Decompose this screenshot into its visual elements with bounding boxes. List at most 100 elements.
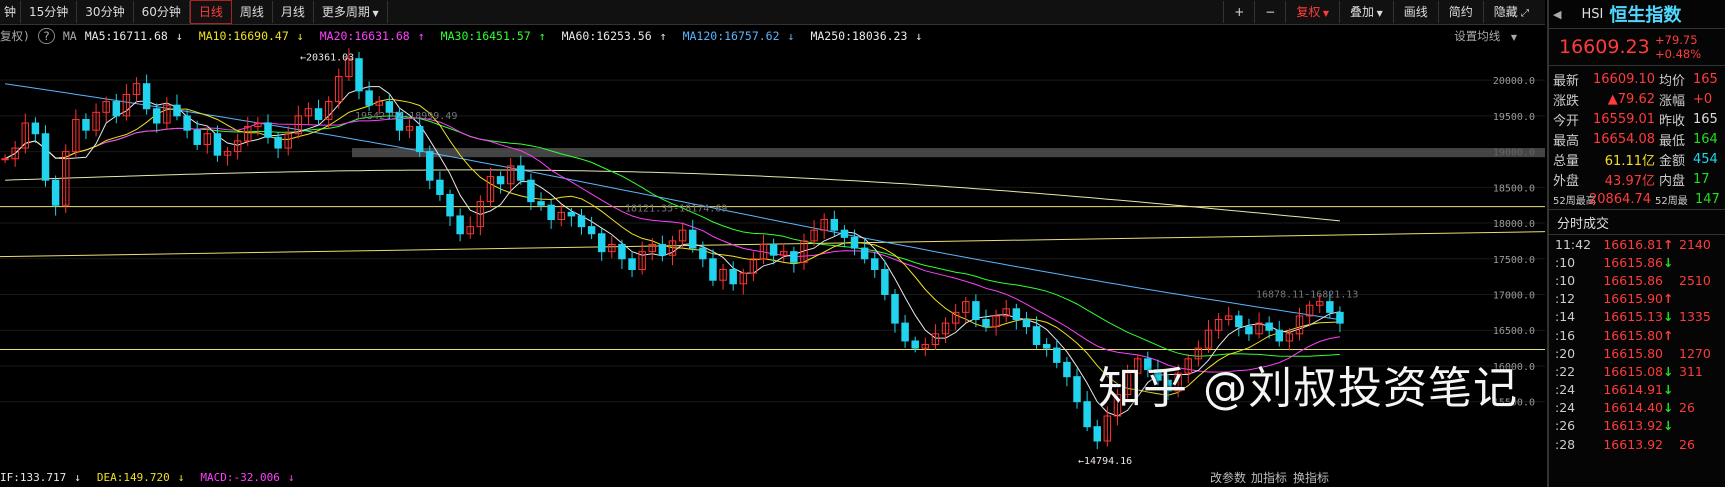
candle-body — [436, 179, 444, 195]
tick-row: :10 16615.86 ↓ — [1549, 253, 1725, 271]
adjust-button[interactable]: 复权 ▼ — [1285, 1, 1339, 23]
candle-body — [264, 122, 272, 138]
candle-body — [699, 247, 707, 260]
ma-label: MA — [62, 29, 77, 43]
high-annotation: ←20361.03 — [300, 52, 354, 63]
candle-body — [891, 294, 899, 324]
candle-body — [314, 108, 323, 120]
draw-line-button[interactable]: 画线 — [1392, 1, 1438, 23]
tick-volume: 1270 — [1679, 345, 1711, 361]
up-arrow-icon: ↑ — [538, 29, 546, 43]
tick-arrow-icon: ↓ — [1663, 400, 1674, 416]
zoom-in-button[interactable]: + — [1223, 1, 1254, 23]
tab-period-cut[interactable]: 钟 — [0, 1, 22, 23]
overlay-button[interactable]: 叠加 ▼ — [1339, 1, 1393, 23]
tab-30min[interactable]: 30分钟 — [77, 1, 134, 23]
up-arrow-icon: ↑ — [659, 29, 667, 43]
stat-value: 17 — [1693, 171, 1710, 187]
candle-body — [173, 104, 181, 117]
tick-time: :22 — [1555, 363, 1576, 379]
help-icon[interactable]: ? — [37, 28, 55, 44]
index-name: 恒生指数 — [1609, 5, 1682, 26]
candle-body — [830, 218, 839, 231]
candle-body — [688, 229, 697, 249]
stat-value: 16654.08 — [1593, 131, 1656, 147]
candle-body — [274, 136, 282, 149]
overlay-label: 叠加 — [1350, 5, 1375, 19]
line-annotation: 19542.92-18999.49 — [355, 111, 457, 122]
hide-button[interactable]: 隐藏 ⤢ — [1482, 1, 1539, 23]
line-annotation: 18121.35-18174.69 — [625, 204, 727, 215]
candle-body — [982, 319, 990, 328]
tick-row: :28 16613.92 26 — [1549, 435, 1725, 453]
tick-arrow-icon: ↓ — [1663, 418, 1674, 434]
tick-time: :24 — [1555, 382, 1576, 398]
stat-label: 均价 — [1659, 73, 1686, 89]
y-tick-label: 16500.0 — [1493, 326, 1535, 337]
stats-table: 最新 16609.10 均价 165 涨跌 ▲79.62 涨幅 +0 今开 16559.01 昨收 1… — [1549, 66, 1725, 210]
candle-body — [1093, 426, 1101, 442]
hide-label: 隐藏 — [1493, 5, 1518, 19]
tick-time: :20 — [1555, 345, 1576, 361]
candle-body — [496, 176, 505, 185]
candle-body — [709, 258, 717, 281]
price-change-pct: +0.48% — [1655, 47, 1702, 61]
switch-indicator-button[interactable]: 换指标 — [1293, 469, 1329, 486]
dea-text: DEA:149.720 — [96, 471, 170, 484]
tab-15min[interactable]: 15分钟 — [21, 1, 78, 23]
y-tick-label: 20000.0 — [1493, 76, 1535, 87]
candle-body — [112, 101, 121, 117]
candle-body — [769, 243, 778, 256]
zoom-out-button[interactable]: − — [1254, 1, 1285, 23]
stat-label: 最低 — [1659, 133, 1686, 149]
scroll-up-icon[interactable]: ◀ — [1553, 8, 1561, 21]
candle-body — [193, 129, 201, 145]
tick-price: 16615.86 — [1603, 272, 1663, 288]
down-arrow-icon: ↓ — [175, 29, 183, 43]
stat-value: 61.11亿 — [1604, 153, 1655, 169]
candle-body — [1083, 401, 1091, 428]
candle-body — [1073, 376, 1081, 403]
stat-label: 金额 — [1659, 153, 1686, 169]
tick-time: :16 — [1555, 327, 1576, 343]
stat-value: 165 — [1693, 71, 1718, 87]
y-tick-label: 17500.0 — [1493, 255, 1535, 266]
candle-body — [1235, 315, 1243, 328]
stat-label: 涨跌 — [1553, 93, 1580, 109]
tab-monthly[interactable]: 月线 — [273, 1, 314, 23]
candle-body — [840, 229, 849, 238]
ma30-text: MA30:16451.57 — [440, 29, 531, 43]
y-tick-label: 18500.0 — [1493, 183, 1535, 194]
stat-value: 147 — [1695, 191, 1720, 207]
stat-row: 总量 61.11亿 金额 454 — [1549, 149, 1725, 169]
current-price: 16609.23 — [1559, 36, 1650, 58]
stat-value: 20864.74 — [1589, 191, 1652, 207]
ma-settings-button[interactable]: 设置均线 ▼ — [1454, 28, 1525, 44]
tab-daily[interactable]: 日线 — [189, 0, 232, 24]
simple-button[interactable]: 简约 — [1437, 1, 1483, 23]
tick-price: 16614.40 — [1603, 400, 1663, 416]
tick-arrow-icon: ↓ — [1663, 363, 1674, 379]
tick-price: 16614.91 — [1603, 382, 1663, 398]
tick-arrow-icon: ↓ — [1663, 382, 1674, 398]
candle-body — [1, 158, 9, 161]
tick-row: :22 16615.08 ↓ 311 — [1549, 362, 1725, 380]
ma10-text: MA10:16690.47 — [198, 29, 289, 43]
candle-body — [415, 126, 424, 153]
ma60-value: MA60:16253.56 ↑ — [562, 29, 675, 43]
ma60-text: MA60:16253.56 — [561, 29, 652, 43]
stat-row: 外盘 43.97亿 内盘 17 — [1549, 169, 1725, 189]
down-arrow-icon: ↓ — [787, 29, 795, 43]
edit-params-button[interactable]: 改参数 — [1210, 469, 1246, 486]
stat-row: 最高 16654.08 最低 164 — [1549, 129, 1725, 149]
quote-panel: ◀ HSI 恒生指数 16609.23 +79.75 +0.48% 最新 1660… — [1547, 0, 1725, 487]
candle-body — [213, 133, 222, 156]
tab-weekly[interactable]: 周线 — [232, 1, 273, 23]
add-indicator-button[interactable]: 加指标 — [1251, 469, 1287, 486]
tick-price: 16615.90 — [1603, 291, 1663, 307]
tab-60min[interactable]: 60分钟 — [134, 1, 190, 23]
dif-value: IF:133.717 ↓ — [0, 471, 89, 484]
tick-row: :24 16614.40 ↓ 26 — [1549, 399, 1725, 417]
tab-more-periods[interactable]: 更多周期 ▼ — [314, 1, 388, 23]
down-arrow-icon: ↓ — [177, 471, 185, 484]
